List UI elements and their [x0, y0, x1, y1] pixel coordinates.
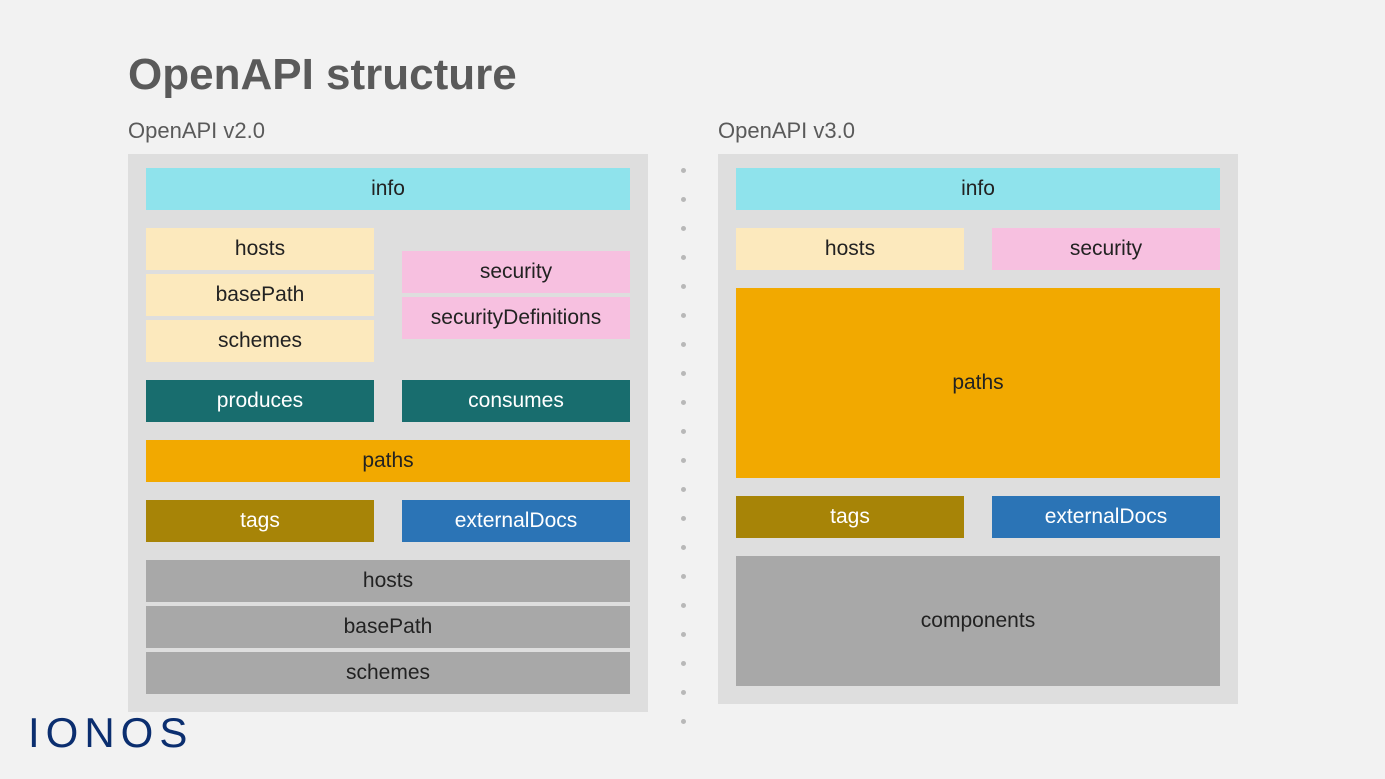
divider-dot	[681, 371, 686, 376]
column-v3: OpenAPI v3.0 info hosts security paths t…	[718, 118, 1238, 724]
divider-dot	[681, 197, 686, 202]
v2-info-block: info	[146, 168, 630, 210]
divider-dot	[681, 690, 686, 695]
v3-info-block: info	[736, 168, 1220, 210]
v3-security-block: security	[992, 228, 1220, 270]
heading-v3: OpenAPI v3.0	[718, 118, 1238, 144]
divider-dot	[681, 574, 686, 579]
divider-dot	[681, 458, 686, 463]
v2-tags-block: tags	[146, 500, 374, 542]
divider-dot	[681, 168, 686, 173]
v2-paths-block: paths	[146, 440, 630, 482]
v2-produces-block: produces	[146, 380, 374, 422]
divider-dot	[681, 545, 686, 550]
v3-row-tags-externaldocs: tags externalDocs	[736, 496, 1220, 538]
divider-dot	[681, 603, 686, 608]
v3-paths-block: paths	[736, 288, 1220, 478]
column-divider	[648, 118, 718, 724]
divider-dot	[681, 255, 686, 260]
v3-components-block: components	[736, 556, 1220, 686]
divider-dot	[681, 400, 686, 405]
v2-basepath-block: basePath	[146, 274, 374, 316]
brand-logo: IONOS	[28, 709, 193, 757]
v3-tags-block: tags	[736, 496, 964, 538]
divider-dot	[681, 284, 686, 289]
v2-row-hosts-security: hosts basePath schemes security security…	[146, 228, 630, 362]
divider-dot	[681, 516, 686, 521]
v2-externaldocs-block: externalDocs	[402, 500, 630, 542]
v2-row-produces-consumes: produces consumes	[146, 380, 630, 422]
heading-v2: OpenAPI v2.0	[128, 118, 648, 144]
v2-footer-stack: hosts basePath schemes	[146, 560, 630, 694]
column-v2: OpenAPI v2.0 info hosts basePath schemes…	[128, 118, 648, 724]
v3-externaldocs-block: externalDocs	[992, 496, 1220, 538]
v2-hosts-stack: hosts basePath schemes	[146, 228, 374, 362]
v2-row-tags-externaldocs: tags externalDocs	[146, 500, 630, 542]
divider-dot	[681, 226, 686, 231]
divider-dot	[681, 313, 686, 318]
divider-dot	[681, 661, 686, 666]
page-title: OpenAPI structure	[128, 50, 517, 100]
v2-footer-basepath-block: basePath	[146, 606, 630, 648]
v2-security-stack: security securityDefinitions	[402, 228, 630, 362]
v2-security-block: security	[402, 251, 630, 293]
v2-hosts-block: hosts	[146, 228, 374, 270]
v2-consumes-block: consumes	[402, 380, 630, 422]
v3-hosts-block: hosts	[736, 228, 964, 270]
divider-dot	[681, 342, 686, 347]
diagram-columns: OpenAPI v2.0 info hosts basePath schemes…	[128, 118, 1238, 724]
panel-v3: info hosts security paths tags externalD…	[718, 154, 1238, 704]
v3-row-hosts-security: hosts security	[736, 228, 1220, 270]
divider-dot	[681, 632, 686, 637]
v2-securitydefinitions-block: securityDefinitions	[402, 297, 630, 339]
divider-dot	[681, 487, 686, 492]
divider-dot	[681, 719, 686, 724]
panel-v2: info hosts basePath schemes security sec…	[128, 154, 648, 712]
v2-footer-hosts-block: hosts	[146, 560, 630, 602]
v2-schemes-block: schemes	[146, 320, 374, 362]
v2-footer-schemes-block: schemes	[146, 652, 630, 694]
divider-dot	[681, 429, 686, 434]
